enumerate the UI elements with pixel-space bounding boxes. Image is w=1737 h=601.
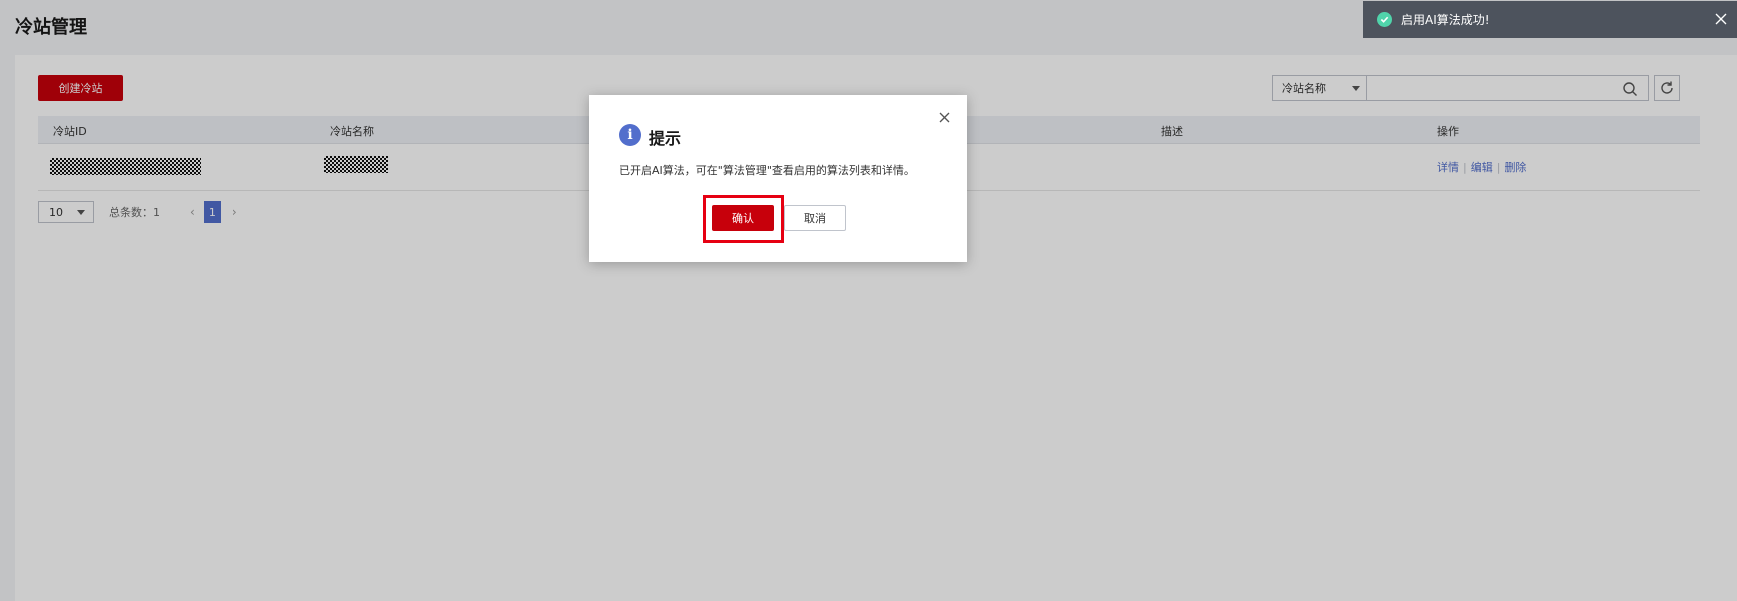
confirm-button[interactable]: 确认: [712, 205, 774, 231]
dialog-message: 已开启AI算法，可在"算法管理"查看启用的算法列表和详情。: [619, 164, 915, 177]
close-icon[interactable]: [939, 112, 950, 123]
success-toast: 启用AI算法成功!: [1363, 1, 1737, 38]
toast-message: 启用AI算法成功!: [1401, 13, 1490, 27]
close-icon[interactable]: [1715, 13, 1727, 25]
info-icon: i: [619, 124, 641, 146]
dialog-title: 提示: [649, 129, 682, 148]
cancel-button[interactable]: 取消: [784, 205, 846, 231]
success-check-icon: [1377, 12, 1392, 27]
modal-overlay: [0, 0, 1737, 601]
confirm-dialog: i 提示 已开启AI算法，可在"算法管理"查看启用的算法列表和详情。 确认 取消: [589, 95, 967, 262]
